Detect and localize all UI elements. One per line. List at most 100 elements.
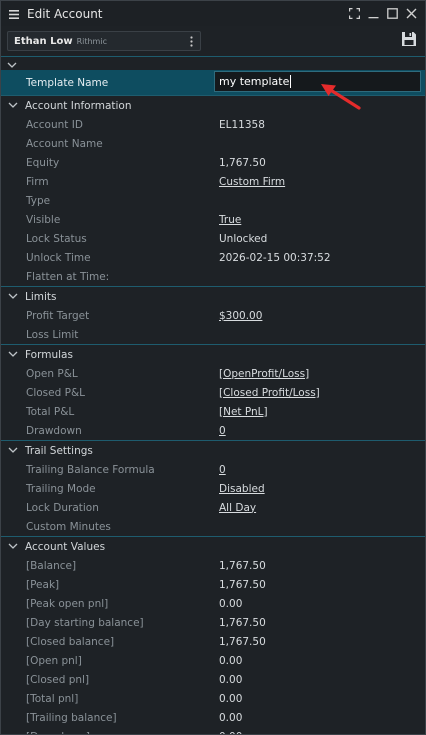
property-row: Drawdown 0 — [1, 421, 425, 440]
property-label: Profit Target — [26, 309, 90, 322]
property-value: 2026-02-15 00:37:52 — [219, 251, 331, 264]
property-value-link[interactable]: True — [219, 214, 241, 226]
section-title: Formulas — [25, 348, 73, 361]
property-value: 0.00 — [219, 597, 243, 610]
edit-account-window: Edit Account Ethan Low Rithmic Template … — [0, 0, 426, 735]
text-caret — [290, 75, 292, 88]
property-row: [Balance] 1,767.50 — [1, 556, 425, 575]
property-label: Unlock Time — [26, 251, 91, 264]
property-value: 0.00 — [219, 731, 242, 735]
property-row: Custom Minutes — [1, 517, 425, 536]
red-arrow-icon — [321, 84, 361, 110]
property-label: Open P&L — [26, 367, 78, 380]
property-label: [Balance] — [26, 559, 77, 572]
chevron-down-icon[interactable] — [8, 543, 20, 550]
property-value-link[interactable]: 0 — [219, 464, 226, 476]
property-row: Account Name — [1, 134, 425, 153]
section-header-formulas[interactable]: Formulas — [1, 344, 425, 364]
property-label: Trailing Mode — [26, 482, 96, 495]
property-label: [Open pnl] — [26, 654, 82, 667]
property-label: Firm — [26, 175, 49, 188]
property-value: 1,767.50 — [219, 578, 266, 591]
section-title: Account Information — [25, 99, 132, 112]
property-value: 1,767.50 — [219, 635, 266, 648]
property-value: 0.00 — [219, 654, 243, 667]
account-selector[interactable]: Ethan Low Rithmic — [7, 31, 201, 51]
property-label: [Peak] — [26, 578, 60, 591]
property-label: Flatten at Time: — [26, 270, 110, 283]
property-label: Closed P&L — [26, 386, 85, 399]
property-value-link[interactable]: Custom Firm — [219, 176, 285, 188]
chevron-down-icon[interactable] — [8, 102, 20, 109]
property-value-link[interactable]: [OpenProfit/Loss] — [219, 368, 309, 380]
property-value: Unlocked — [219, 232, 268, 245]
property-row: Equity 1,767.50 — [1, 153, 425, 172]
property-row: Loss Limit — [1, 325, 425, 344]
section-header-trail-settings[interactable]: Trail Settings — [1, 440, 425, 460]
property-label: Custom Minutes — [26, 520, 111, 533]
property-value-link[interactable]: 0 — [219, 425, 226, 437]
property-row: [Drawdown] 0.00 — [1, 727, 425, 735]
property-value-link[interactable]: [Closed Profit/Loss] — [219, 387, 320, 399]
property-label: Type — [26, 194, 51, 207]
property-row: [Open pnl] 0.00 — [1, 651, 425, 670]
property-row: Profit Target $300.00 — [1, 306, 425, 325]
property-row: [Closed pnl] 0.00 — [1, 670, 425, 689]
property-value: 0.00 — [219, 673, 243, 686]
property-row: Open P&L [OpenProfit/Loss] — [1, 364, 425, 383]
property-row: Lock Status Unlocked — [1, 229, 425, 248]
property-value: 0.00 — [219, 692, 243, 705]
property-value-link[interactable]: [Net PnL] — [219, 406, 268, 418]
property-label: [Closed balance] — [26, 635, 115, 648]
account-name: Ethan Low — [14, 35, 73, 47]
minimize-icon[interactable] — [364, 4, 383, 24]
property-row: Trailing Mode Disabled — [1, 479, 425, 498]
property-row: Type — [1, 191, 425, 210]
property-label: Lock Duration — [26, 501, 99, 514]
maximize-icon[interactable] — [383, 4, 402, 24]
property-label: [Peak open pnl] — [26, 597, 109, 610]
property-label: Equity — [26, 156, 60, 169]
fullscreen-icon[interactable] — [345, 4, 364, 24]
template-name-input[interactable]: my template — [214, 71, 421, 92]
property-row: Visible True — [1, 210, 425, 229]
section-title: Limits — [25, 290, 57, 303]
property-row: Closed P&L [Closed Profit/Loss] — [1, 383, 425, 402]
chevron-down-icon[interactable] — [8, 351, 20, 358]
property-value-link[interactable]: All Day — [219, 502, 256, 514]
property-row: Unlock Time 2026-02-15 00:37:52 — [1, 248, 425, 267]
window-title: Edit Account — [27, 6, 103, 21]
property-label: Drawdown — [26, 424, 82, 437]
account-bar: Ethan Low Rithmic — [1, 26, 425, 56]
property-label: [Total pnl] — [26, 692, 79, 705]
property-row: [Peak] 1,767.50 — [1, 575, 425, 594]
section-header-account-values[interactable]: Account Values — [1, 536, 425, 556]
floppy-disk-icon[interactable] — [401, 31, 417, 47]
account-connection: Rithmic — [76, 36, 107, 46]
property-label: Total P&L — [26, 405, 75, 418]
property-row: [Closed balance] 1,767.50 — [1, 632, 425, 651]
property-row: [Trailing balance] 0.00 — [1, 708, 425, 727]
property-value-link[interactable]: $300.00 — [219, 310, 262, 322]
section-header-limits[interactable]: Limits — [1, 286, 425, 306]
property-value-link[interactable]: Disabled — [219, 483, 265, 495]
template-name-value: my template — [219, 75, 290, 88]
property-value: 1,767.50 — [219, 616, 266, 629]
property-row: Trailing Balance Formula 0 — [1, 460, 425, 479]
property-value: EL11358 — [219, 118, 265, 131]
property-label: Lock Status — [26, 232, 87, 245]
chevron-down-icon[interactable] — [8, 293, 20, 300]
property-label: Trailing Balance Formula — [26, 463, 155, 476]
property-label: Loss Limit — [26, 328, 79, 341]
hamburger-menu-icon[interactable] — [9, 4, 21, 23]
property-row: Flatten at Time: — [1, 267, 425, 286]
vertical-dots-icon[interactable] — [184, 34, 198, 48]
property-row: [Day starting balance] 1,767.50 — [1, 613, 425, 632]
chevron-down-icon[interactable] — [8, 447, 20, 454]
property-row: Firm Custom Firm — [1, 172, 425, 191]
property-label: [Day starting balance] — [26, 616, 144, 629]
property-label: [Trailing balance] — [26, 711, 117, 724]
property-label: [Closed pnl] — [26, 673, 90, 686]
property-label: Account ID — [26, 118, 83, 131]
close-icon[interactable] — [402, 4, 421, 24]
